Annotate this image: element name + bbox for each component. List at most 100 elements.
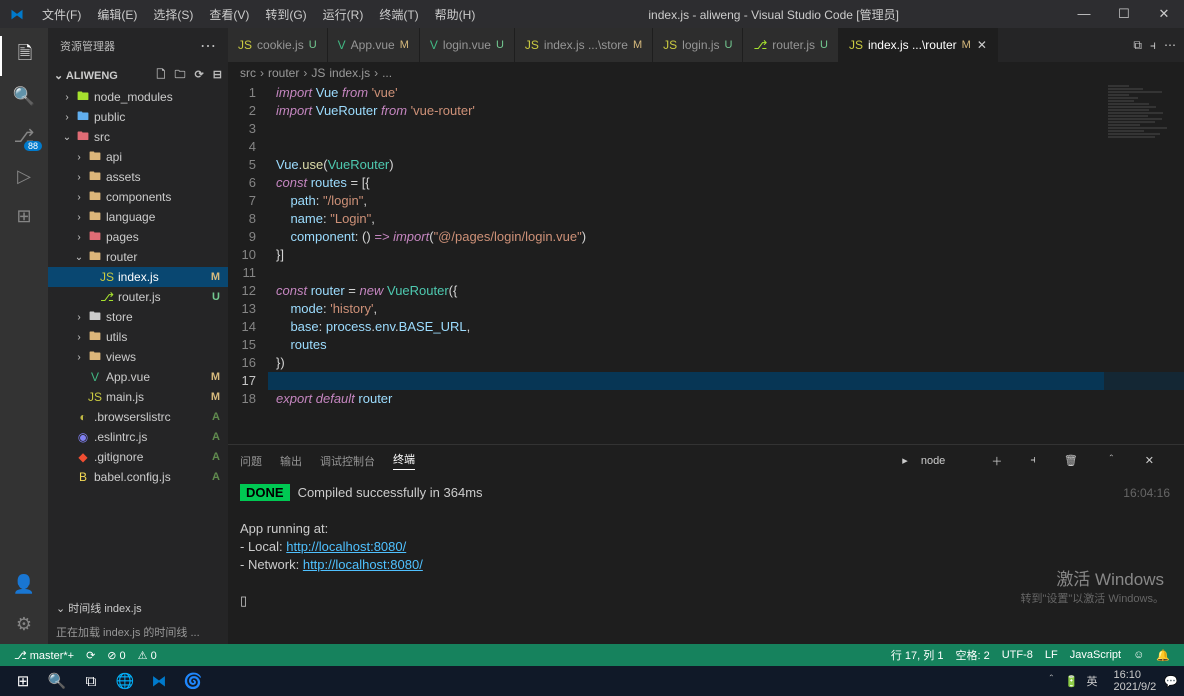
breadcrumb-seg[interactable]: index.js [329, 66, 370, 80]
panel-close-icon[interactable]: ✕ [1145, 454, 1154, 467]
notifications-icon[interactable]: 🔔 [1150, 649, 1176, 662]
tray-up-icon[interactable]: ＾ [1046, 673, 1057, 689]
breadcrumb-seg[interactable]: › [374, 66, 378, 80]
tray-notif-icon[interactable]: 💬 [1164, 675, 1178, 688]
tray-ime[interactable]: 英 [1086, 673, 1097, 689]
tree-item[interactable]: ◉.eslintrc.jsA [48, 427, 228, 447]
tree-item[interactable]: ›🖿pages [48, 227, 228, 247]
panel-tab[interactable]: 问题 [240, 453, 262, 469]
editor-tab[interactable]: Vlogin.vueU [420, 28, 515, 62]
tree-item[interactable]: ›🖿assets [48, 167, 228, 187]
timeline-header[interactable]: ⌄ 时间线 index.js [48, 596, 228, 620]
panel-maximize-icon[interactable]: ＾ [1106, 453, 1117, 469]
git-branch[interactable]: ⎇ master*+ [8, 649, 80, 662]
tree-item[interactable]: ›🖿language [48, 207, 228, 227]
minimap[interactable] [1104, 84, 1184, 444]
minimize-icon[interactable]: — [1064, 6, 1104, 22]
tree-item[interactable]: ›🖿node_modules [48, 87, 228, 107]
editor-tab[interactable]: JSindex.js ...\routerM✕ [839, 28, 998, 62]
breadcrumb-seg[interactable]: › [260, 66, 264, 80]
menu-item[interactable]: 文件(F) [34, 2, 89, 27]
tree-item[interactable]: ◐.browserslistrcA [48, 407, 228, 427]
close-icon[interactable]: ✕ [1144, 6, 1184, 22]
menu-item[interactable]: 选择(S) [145, 2, 201, 27]
editor-tab[interactable]: VApp.vueM [328, 28, 420, 62]
breadcrumb-seg[interactable]: › [303, 66, 307, 80]
menu-item[interactable]: 编辑(E) [89, 2, 145, 27]
problems-errors[interactable]: ⊘ 0 [101, 649, 131, 662]
tree-item[interactable]: ›🖿utils [48, 327, 228, 347]
new-folder-icon[interactable]: 🗀 [174, 69, 185, 81]
menu-item[interactable]: 运行(R) [315, 2, 372, 27]
new-terminal-icon[interactable]: ＋ [991, 453, 1002, 469]
menu-item[interactable]: 查看(V) [201, 2, 257, 27]
breadcrumb-seg[interactable]: router [268, 66, 299, 80]
tree-item[interactable]: ›🖿api [48, 147, 228, 167]
task-view-icon[interactable]: ⧉ [74, 666, 108, 696]
edge-icon[interactable]: 🌀 [176, 666, 210, 696]
start-icon[interactable]: ⊞ [6, 666, 40, 696]
menu-item[interactable]: 终端(T) [371, 2, 426, 27]
tree-item[interactable]: ⌄🖿src [48, 127, 228, 147]
tree-item[interactable]: Bbabel.config.jsA [48, 467, 228, 487]
search-icon[interactable]: 🔍 [0, 76, 48, 116]
tree-item[interactable]: ›🖿views [48, 347, 228, 367]
indent[interactable]: 空格: 2 [949, 647, 995, 663]
tree-item[interactable]: ◆.gitignoreA [48, 447, 228, 467]
split-terminal-icon[interactable]: ⫞ [1030, 454, 1036, 467]
menu-item[interactable]: 转到(G) [257, 2, 314, 27]
breadcrumb-seg[interactable]: src [240, 66, 256, 80]
maximize-icon[interactable]: ☐ [1104, 6, 1144, 22]
tree-item[interactable]: ›🖿components [48, 187, 228, 207]
tab-close-icon[interactable]: ✕ [977, 38, 987, 52]
breadcrumb-seg[interactable]: JS [311, 66, 325, 80]
tray-time[interactable]: 16:102021/9/2 [1105, 669, 1156, 693]
more-icon[interactable]: ⋯ [1164, 38, 1176, 52]
collapse-icon[interactable]: ⊟ [213, 69, 222, 81]
breadcrumb-seg[interactable]: ... [382, 66, 392, 80]
panel-tab[interactable]: 调试控制台 [320, 453, 375, 469]
split-editor-icon[interactable]: ⫞ [1150, 38, 1156, 53]
editor-tab[interactable]: ⎇router.jsU [743, 28, 838, 62]
tree-item[interactable]: ›🖿public [48, 107, 228, 127]
search-taskbar-icon[interactable]: 🔍 [40, 666, 74, 696]
tree-item[interactable]: ⎇router.jsU [48, 287, 228, 307]
new-file-icon[interactable]: 🗋 [157, 69, 166, 81]
encoding[interactable]: UTF-8 [996, 649, 1039, 661]
tree-item[interactable]: JSindex.jsM [48, 267, 228, 287]
refresh-icon[interactable]: ⟳ [195, 69, 204, 81]
scm-icon[interactable]: ⎇88 [0, 116, 48, 156]
editor-tab[interactable]: JScookie.jsU [228, 28, 328, 62]
panel-tab[interactable]: 终端 [393, 451, 415, 470]
extensions-icon[interactable]: ⊞ [0, 196, 48, 236]
menu-item[interactable]: 帮助(H) [427, 2, 484, 27]
editor-tab[interactable]: JSindex.js ...\storeM [515, 28, 653, 62]
chrome-icon[interactable]: 🌐 [108, 666, 142, 696]
vscode-task-icon[interactable]: ⧓ [142, 666, 176, 696]
run-debug-icon[interactable]: ▷ [0, 156, 48, 196]
editor-tab[interactable]: JSlogin.jsU [653, 28, 743, 62]
language-mode[interactable]: JavaScript [1064, 649, 1127, 661]
account-icon[interactable]: 👤 [0, 564, 48, 604]
tree-item[interactable]: ⌄🖿router [48, 247, 228, 267]
panel-tab[interactable]: 输出 [280, 453, 302, 469]
terminal[interactable]: DONECompiled successfully in 364ms16:04:… [228, 476, 1184, 644]
code-editor[interactable]: 123456789101112131415161718 import Vue f… [228, 84, 1184, 444]
local-url[interactable]: http://localhost:8080/ [286, 539, 406, 554]
breadcrumb[interactable]: src › router › JS index.js ›... [228, 62, 1184, 84]
problems-warnings[interactable]: ⚠ 0 [132, 649, 163, 662]
compare-icon[interactable]: ⧉ [1133, 38, 1142, 53]
kill-terminal-icon[interactable]: 🗑 [1064, 454, 1078, 467]
tree-item[interactable]: ›🖿store [48, 307, 228, 327]
project-folder[interactable]: ⌄ ALIWENG [54, 69, 118, 82]
network-url[interactable]: http://localhost:8080/ [303, 557, 423, 572]
explorer-icon[interactable]: 🗎 [0, 36, 48, 76]
terminal-shell-select[interactable]: ▸ node [902, 454, 963, 467]
tray-battery-icon[interactable]: 🔋 [1065, 675, 1079, 688]
sidebar-more-icon[interactable]: ⋯ [200, 36, 216, 56]
sync-icon[interactable]: ⟳ [80, 649, 101, 662]
settings-gear-icon[interactable]: ⚙ [0, 604, 48, 644]
tree-item[interactable]: JSmain.jsM [48, 387, 228, 407]
eol[interactable]: LF [1039, 649, 1064, 661]
cursor-position[interactable]: 行 17, 列 1 [885, 647, 950, 663]
